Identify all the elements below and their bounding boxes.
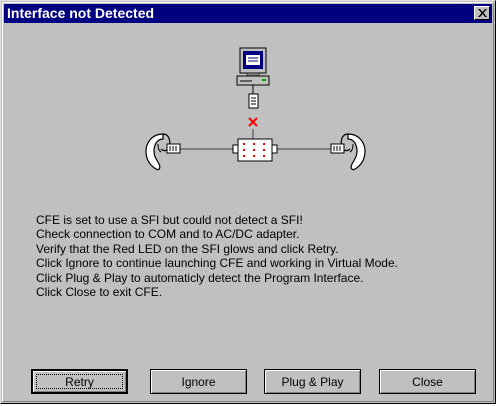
retry-button-label: Retry xyxy=(65,374,94,389)
plug-and-play-button[interactable]: Plug & Play xyxy=(264,369,361,394)
message-line: Check connection to COM and to AC/DC ada… xyxy=(36,227,300,242)
message-line: Click Close to exit CFE. xyxy=(36,285,163,300)
connection-diagram xyxy=(145,47,366,171)
message-line: Verify that the Red LED on the SFI glows… xyxy=(36,241,339,256)
computer-icon xyxy=(236,47,270,109)
message-line: Click Plug & Play to automaticly detect … xyxy=(36,270,364,285)
message-line: CFE is set to use a SFI but could not de… xyxy=(36,213,303,227)
ear-icon-right xyxy=(330,133,366,171)
ignore-button-label: Ignore xyxy=(181,374,216,389)
retry-button[interactable]: Retry xyxy=(31,369,128,394)
close-button[interactable]: Close xyxy=(379,369,476,394)
message-line: Click Ignore to continue launching CFE a… xyxy=(36,256,398,271)
ignore-button[interactable]: Ignore xyxy=(150,369,247,394)
dialog-window: Interface not Detected CFE is set to use… xyxy=(0,0,496,404)
close-button-label: Close xyxy=(412,374,443,389)
plug-and-play-button-label: Plug & Play xyxy=(281,374,344,389)
interface-box-icon xyxy=(232,138,278,162)
error-message: CFE is set to use a SFI but could not de… xyxy=(36,213,398,299)
ear-icon-left xyxy=(145,133,181,171)
red-x-icon xyxy=(248,117,258,127)
